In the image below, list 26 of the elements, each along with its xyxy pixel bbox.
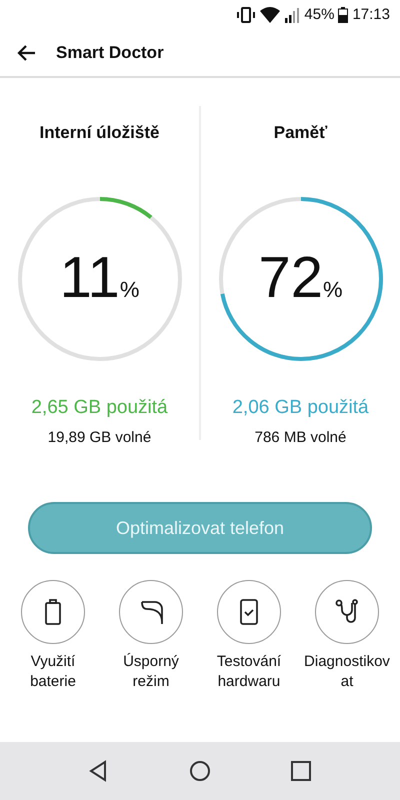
percent-sign: % xyxy=(120,276,140,304)
used-amount: 2,06 GB použitá xyxy=(231,396,370,420)
signal-icon xyxy=(284,7,300,23)
stethoscope-icon xyxy=(333,598,361,626)
clock: 17:13 xyxy=(352,4,390,25)
tool-label: Využití baterie xyxy=(29,652,77,692)
battery-percent: 45% xyxy=(304,4,334,25)
vibrate-icon xyxy=(236,7,256,23)
battery-icon xyxy=(338,7,348,23)
home-icon[interactable] xyxy=(188,760,211,782)
screen-title: Smart Doctor xyxy=(56,42,164,64)
gauge-value: 11 xyxy=(60,249,120,307)
tool-label: Úsporný režim xyxy=(122,652,180,692)
gauge-title: Paměť xyxy=(272,122,328,144)
gauge-value: 72 xyxy=(258,249,323,307)
wifi-icon xyxy=(260,7,280,23)
optimize-button[interactable]: Optimalizovat telefon xyxy=(28,502,372,554)
percent-sign: % xyxy=(322,276,343,304)
used-amount: 2,65 GB použitá xyxy=(30,396,169,420)
free-amount: 786 MB volné xyxy=(254,428,348,448)
back-arrow-icon xyxy=(16,44,36,62)
free-amount: 19,89 GB volné xyxy=(46,428,152,448)
gauge-title: Interní úložiště xyxy=(38,122,160,144)
tool-label: Testování hardwaru xyxy=(216,652,282,692)
tool-label: Diagnostikovat xyxy=(303,652,391,692)
recents-icon[interactable] xyxy=(290,760,312,782)
